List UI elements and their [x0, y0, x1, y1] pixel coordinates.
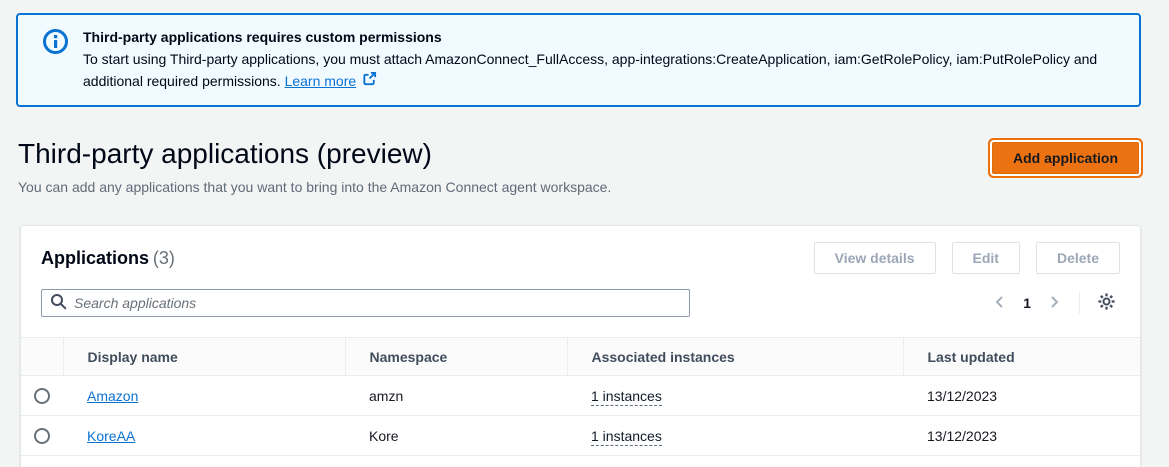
application-link[interactable]: KoreAA: [87, 428, 135, 444]
card-title-row: Applications (3) View details Edit Delet…: [41, 242, 1120, 274]
current-page-number[interactable]: 1: [1017, 295, 1037, 311]
table-row: Amazon amzn 1 instances 13/12/2023: [21, 376, 1140, 416]
applications-counter: (3): [153, 248, 175, 268]
row-select-cell: [21, 416, 63, 456]
associated-instances-cell: 1 instances: [567, 416, 903, 456]
last-updated-cell: 13/12/2023: [903, 376, 1140, 416]
external-link-icon: [362, 70, 377, 92]
pagination-divider: [1079, 292, 1080, 314]
page-subtitle: You can add any applications that you wa…: [18, 177, 611, 197]
view-details-button[interactable]: View details: [814, 242, 936, 274]
previous-page-button[interactable]: [987, 290, 1013, 316]
applications-title: Applications: [41, 248, 149, 268]
instances-popover-trigger[interactable]: 1 instances: [591, 428, 662, 446]
associated-instances-cell: [567, 456, 903, 467]
filter-row: 1: [41, 289, 1120, 317]
applications-table: Display name Namespace Associated instan…: [21, 337, 1140, 467]
chevron-left-icon: [992, 294, 1008, 313]
search-box[interactable]: [41, 289, 690, 317]
pagination: 1: [987, 289, 1120, 317]
row-select-cell: [21, 456, 63, 467]
row-radio-button[interactable]: [34, 388, 50, 404]
last-updated-cell: 13/12/2023: [903, 416, 1140, 456]
chevron-right-icon: [1046, 294, 1062, 313]
page-title: Third-party applications (preview): [18, 136, 611, 172]
gear-icon: [1097, 292, 1116, 314]
row-select-cell: [21, 376, 63, 416]
next-page-button[interactable]: [1041, 290, 1067, 316]
associated-instances-cell: 1 instances: [567, 376, 903, 416]
column-header-display-name: Display name: [63, 338, 345, 376]
banner-content: Third-party applications requires custom…: [83, 26, 1119, 92]
column-header-last-updated: Last updated: [903, 338, 1140, 376]
column-header-associated-instances: Associated instances: [567, 338, 903, 376]
info-banner: Third-party applications requires custom…: [16, 13, 1141, 107]
last-updated-cell: [903, 456, 1140, 467]
search-input[interactable]: [74, 295, 681, 311]
banner-body: To start using Third-party applications,…: [83, 48, 1119, 92]
display-name-cell: KoreAA: [63, 416, 345, 456]
table-row: KoreAA Kore 1 instances 13/12/2023: [21, 416, 1140, 456]
column-header-namespace: Namespace: [345, 338, 567, 376]
learn-more-link[interactable]: Learn more: [285, 70, 378, 92]
application-link[interactable]: Amazon: [87, 388, 138, 404]
table-header-row: Display name Namespace Associated instan…: [21, 338, 1140, 376]
edit-button[interactable]: Edit: [952, 242, 1020, 274]
namespace-cell: amzn: [345, 376, 567, 416]
select-all-header: [21, 338, 63, 376]
table-settings-button[interactable]: [1092, 289, 1120, 317]
add-application-button[interactable]: Add application: [992, 142, 1139, 174]
instances-popover-trigger[interactable]: 1 instances: [591, 388, 662, 406]
banner-title: Third-party applications requires custom…: [83, 26, 1119, 48]
delete-button[interactable]: Delete: [1036, 242, 1120, 274]
row-radio-button[interactable]: [34, 428, 50, 444]
card-actions: View details Edit Delete: [814, 242, 1120, 274]
display-name-cell: [63, 456, 345, 467]
page-heading-group: Third-party applications (preview) You c…: [18, 136, 611, 197]
namespace-cell: Kore: [345, 416, 567, 456]
page-header: Third-party applications (preview) You c…: [18, 136, 1141, 197]
applications-card-header: Applications (3) View details Edit Delet…: [21, 226, 1140, 317]
search-icon: [50, 293, 67, 313]
info-icon: [42, 28, 69, 92]
display-name-cell: Amazon: [63, 376, 345, 416]
applications-card: Applications (3) View details Edit Delet…: [20, 225, 1141, 467]
card-title-group: Applications (3): [41, 243, 175, 274]
table-row-partial: [21, 456, 1140, 467]
learn-more-label: Learn more: [285, 70, 357, 92]
namespace-cell: [345, 456, 567, 467]
banner-body-text: To start using Third-party applications,…: [83, 51, 1097, 89]
